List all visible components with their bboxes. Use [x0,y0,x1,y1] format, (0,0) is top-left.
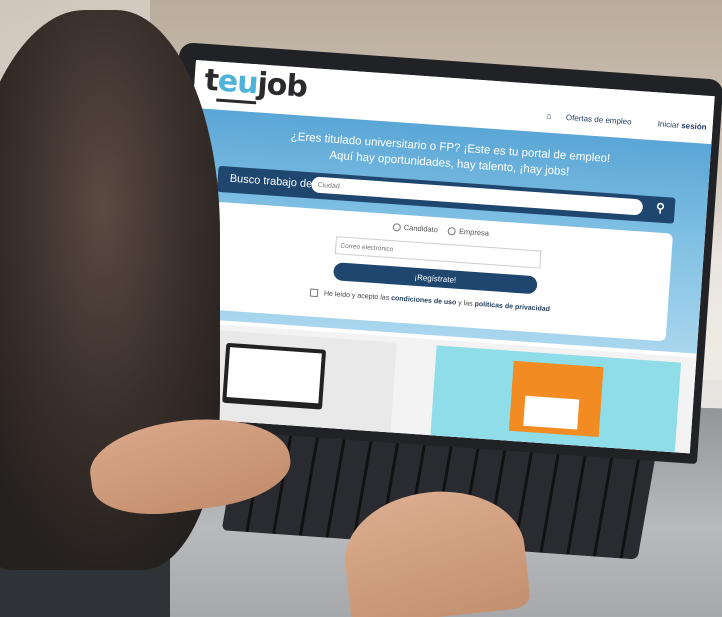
user-type-radios: Candidato Empresa [385,222,489,238]
mini-laptop-screen [226,347,322,404]
search-icon[interactable]: ⚲ [656,200,666,215]
terms-of-use-link[interactable]: condiciones de uso [391,295,457,307]
teujob-logo[interactable]: teujob [203,63,308,105]
laptop-screen: teujob ⌂ Ofertas de empleo Iniciar sesió… [171,60,715,454]
hero-banner: ¿Eres titulado universitario o FP? ¡Este… [178,107,712,354]
nav-offers-link[interactable]: Ofertas de empleo [566,113,632,127]
candidate-radio[interactable] [392,223,402,232]
terms-checkbox[interactable] [309,288,319,298]
register-card: Candidato Empresa ¡Regístrate! He leído … [208,201,674,342]
feature-tile-orange[interactable] [430,345,682,453]
company-radio[interactable] [447,227,457,236]
search-label: Busco trabajo de [229,172,313,191]
privacy-policy-link[interactable]: políticas de privacidad [474,301,550,313]
home-icon[interactable]: ⌂ [546,111,552,121]
nav-links: ⌂ Ofertas de empleo Iniciar sesión [534,110,707,132]
nav-login-link[interactable]: Iniciar sesión [645,119,706,131]
photo-scene: teujob ⌂ Ofertas de empleo Iniciar sesió… [0,0,722,617]
register-button[interactable]: ¡Regístrate! [332,262,538,295]
city-input[interactable] [311,176,644,216]
white-card-image [523,395,580,430]
